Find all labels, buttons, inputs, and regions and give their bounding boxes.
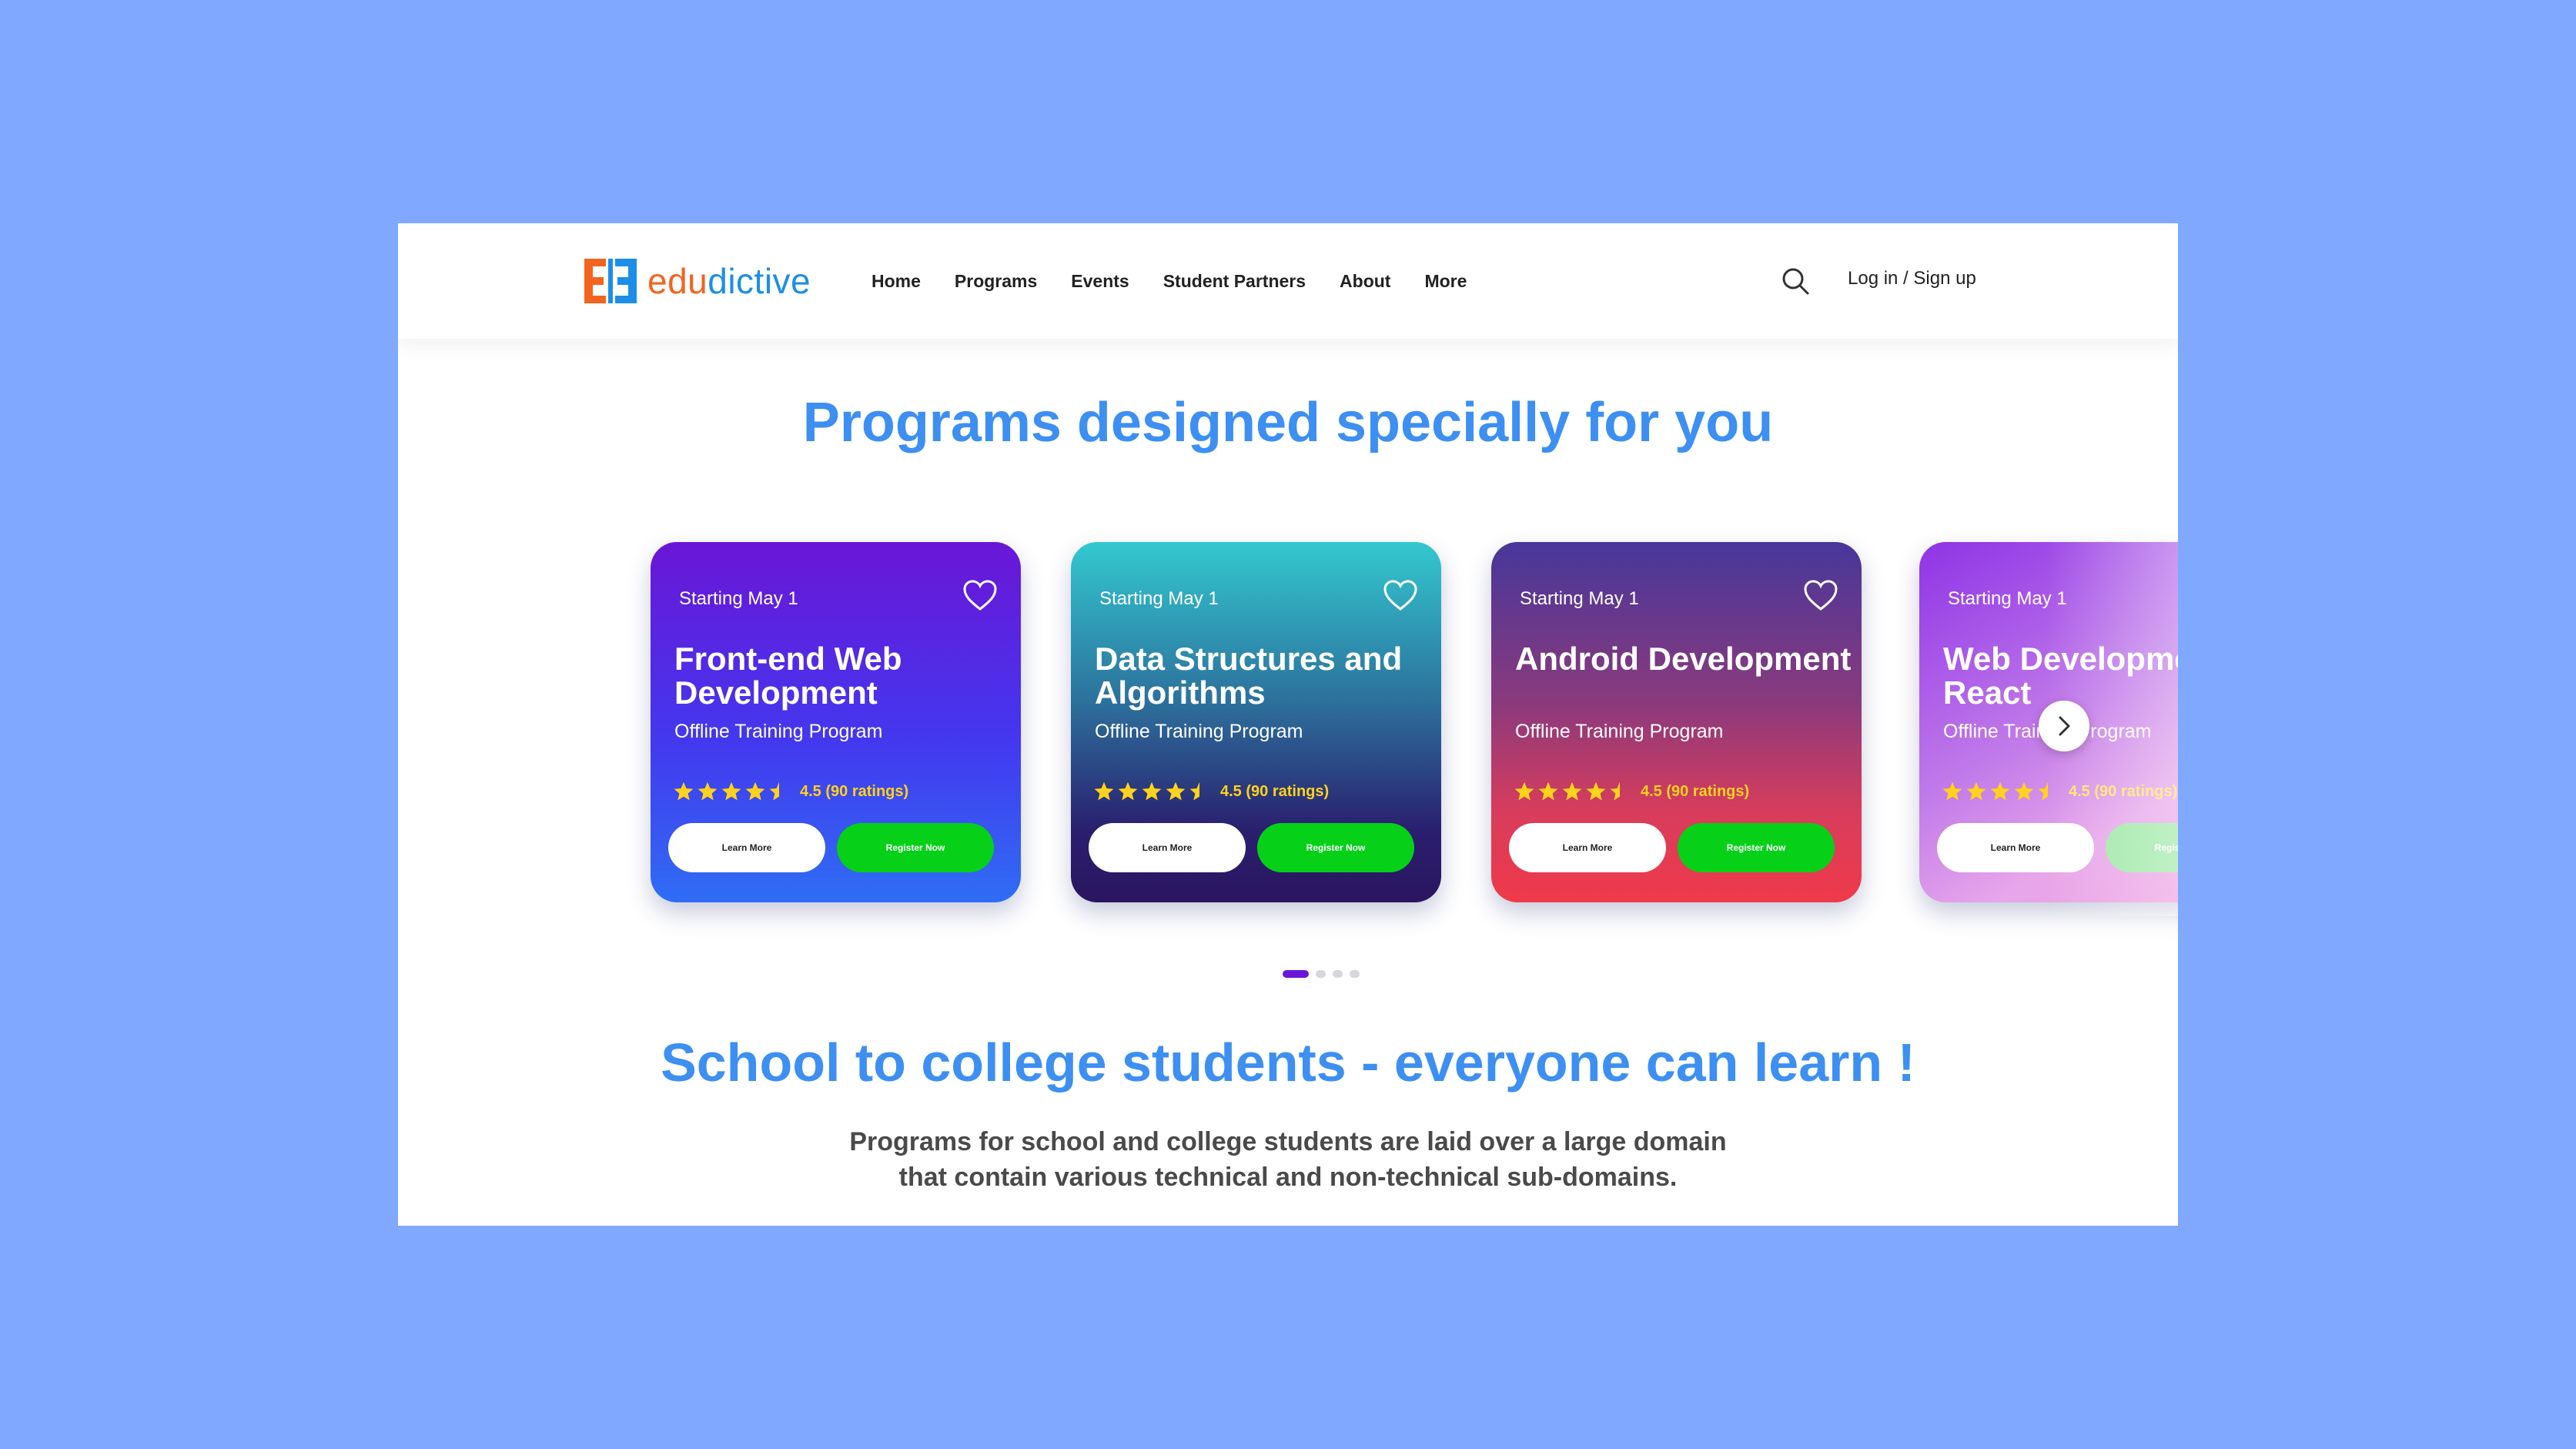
star-icon bbox=[721, 781, 741, 801]
nav-more[interactable]: More bbox=[1424, 271, 1467, 292]
card-title: Front-end Web Development bbox=[674, 641, 902, 711]
chevron-right-icon bbox=[2059, 716, 2070, 736]
heart-icon[interactable] bbox=[1383, 579, 1418, 611]
edudictive-logo[interactable]: edudictive bbox=[583, 254, 811, 308]
nav-student-partners[interactable]: Student Partners bbox=[1163, 271, 1306, 292]
heart-icon[interactable] bbox=[1803, 579, 1838, 611]
card-start-date: Starting May 1 bbox=[1948, 588, 2067, 609]
nav-events[interactable]: Events bbox=[1071, 271, 1129, 292]
carousel-dot[interactable] bbox=[1333, 970, 1343, 978]
star-icon bbox=[1990, 781, 2010, 801]
navbar: edudictive Home Programs Events Student … bbox=[398, 223, 2178, 339]
carousel-dot[interactable] bbox=[1316, 970, 1326, 978]
card-start-date: Starting May 1 bbox=[1099, 588, 1219, 609]
learn-heading: School to college students - everyone ca… bbox=[661, 1032, 1915, 1093]
star-icon bbox=[698, 781, 718, 801]
learn-more-button[interactable]: Learn More bbox=[1509, 823, 1666, 872]
learn-more-button[interactable]: Learn More bbox=[1089, 823, 1246, 872]
card-subtitle: Offline Training Program bbox=[674, 721, 883, 742]
register-now-button[interactable]: Register Now bbox=[2106, 823, 2178, 872]
card-title: Android Development bbox=[1515, 641, 1852, 677]
star-icon bbox=[1142, 781, 1162, 801]
star-icon bbox=[2014, 781, 2034, 801]
carousel-dot[interactable] bbox=[1350, 970, 1360, 978]
star-icon bbox=[1118, 781, 1138, 801]
star-icon bbox=[1942, 781, 1962, 801]
program-card[interactable]: Starting May 1 Front-end Web Development… bbox=[651, 542, 1021, 902]
star-icon bbox=[745, 781, 765, 801]
nav-home[interactable]: Home bbox=[871, 271, 921, 292]
carousel-pagination bbox=[1283, 970, 1367, 978]
programs-heading: Programs designed specially for you bbox=[802, 392, 1774, 453]
card-title: Data Structures and Algorithms bbox=[1095, 641, 1403, 711]
learn-more-button[interactable]: Learn More bbox=[1937, 823, 2094, 872]
nav-about[interactable]: About bbox=[1340, 271, 1390, 292]
logo-mark-icon bbox=[584, 259, 637, 303]
card-start-date: Starting May 1 bbox=[1520, 588, 1639, 609]
card-title: Web Development in React bbox=[1943, 641, 2178, 711]
register-now-button[interactable]: Register Now bbox=[837, 823, 994, 872]
register-now-button[interactable]: Register Now bbox=[1257, 823, 1414, 872]
card-start-date: Starting May 1 bbox=[679, 588, 798, 609]
login-signup-link[interactable]: Log in / Sign up bbox=[1848, 268, 1976, 289]
star-icon bbox=[1094, 781, 1114, 801]
star-rating bbox=[673, 781, 792, 802]
card-rating: 4.5 (90 ratings) bbox=[1514, 781, 1749, 802]
star-icon bbox=[1562, 781, 1582, 801]
card-subtitle: Offline Training Program bbox=[1515, 721, 1724, 742]
star-half-icon bbox=[1189, 781, 1199, 801]
rating-text: 4.5 (90 ratings) bbox=[2069, 782, 2178, 800]
carousel-next-button[interactable] bbox=[2039, 701, 2089, 751]
star-half-icon bbox=[2038, 781, 2048, 801]
star-rating bbox=[1942, 781, 2061, 802]
register-now-button[interactable]: Register Now bbox=[1678, 823, 1835, 872]
logo-text: edudictive bbox=[647, 260, 811, 302]
card-subtitle: Offline Training Program bbox=[1095, 721, 1303, 742]
star-icon bbox=[1166, 781, 1186, 801]
carousel-dot-active[interactable] bbox=[1283, 970, 1309, 978]
learn-description: Programs for school and college students… bbox=[849, 1127, 1727, 1192]
browser-page: edudictive Home Programs Events Student … bbox=[398, 223, 2178, 1226]
program-card[interactable]: Starting May 1 Data Structures and Algor… bbox=[1071, 542, 1441, 902]
star-rating bbox=[1093, 781, 1213, 802]
star-icon bbox=[1514, 781, 1534, 801]
program-card[interactable]: Starting May 1 Android Development Offli… bbox=[1491, 542, 1862, 902]
card-rating: 4.5 (90 ratings) bbox=[673, 781, 908, 802]
star-rating bbox=[1514, 781, 1633, 802]
nav-programs[interactable]: Programs bbox=[955, 271, 1037, 292]
logo-text-dictive: dictive bbox=[708, 261, 811, 301]
star-icon bbox=[674, 781, 694, 801]
star-icon bbox=[1966, 781, 1986, 801]
rating-text: 4.5 (90 ratings) bbox=[800, 782, 909, 800]
search-icon[interactable] bbox=[1781, 266, 1810, 296]
logo-text-edu: edu bbox=[647, 261, 708, 301]
rating-text: 4.5 (90 ratings) bbox=[1641, 782, 1750, 800]
star-half-icon bbox=[1610, 781, 1620, 801]
card-rating: 4.5 (90 ratings) bbox=[1942, 781, 2177, 802]
learn-more-button[interactable]: Learn More bbox=[668, 823, 825, 872]
nav-links: Home Programs Events Student Partners Ab… bbox=[871, 223, 1500, 339]
rating-text: 4.5 (90 ratings) bbox=[1220, 782, 1330, 800]
star-half-icon bbox=[769, 781, 779, 801]
card-rating: 4.5 (90 ratings) bbox=[1093, 781, 1329, 802]
star-icon bbox=[1586, 781, 1606, 801]
star-icon bbox=[1538, 781, 1558, 801]
heart-icon[interactable] bbox=[962, 579, 998, 611]
